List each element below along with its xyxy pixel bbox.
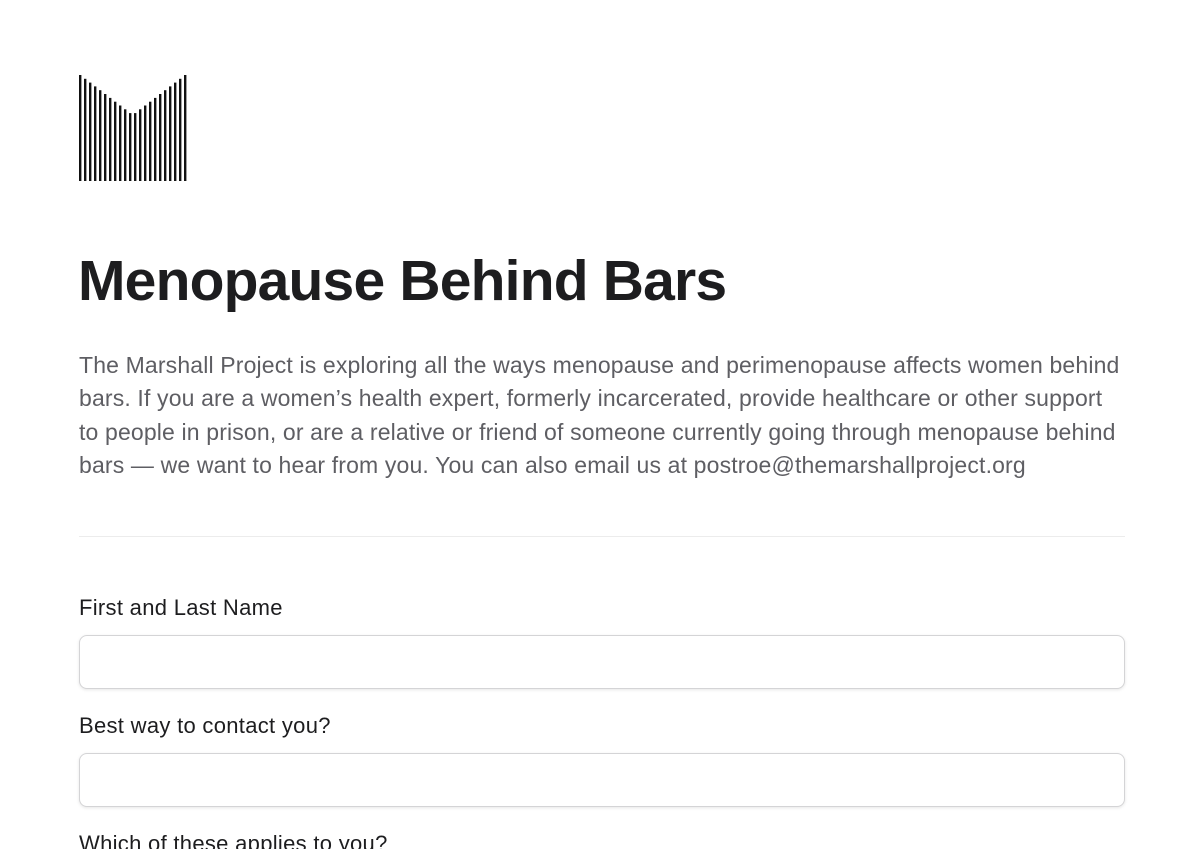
page-description: The Marshall Project is exploring all th… xyxy=(79,352,1120,479)
logo-bar xyxy=(119,105,122,181)
logo-bar xyxy=(114,101,117,181)
logo-bar xyxy=(109,97,112,181)
marshall-project-logo-icon xyxy=(79,74,189,182)
logo-bar xyxy=(104,94,107,181)
logo-bar xyxy=(94,86,97,181)
logo-bar xyxy=(149,101,152,181)
name-input[interactable] xyxy=(79,635,1125,689)
logo-bar xyxy=(159,94,162,181)
logo-bar xyxy=(169,86,172,181)
logo-bar xyxy=(139,109,142,181)
logo-bar xyxy=(144,105,147,181)
logo-bar xyxy=(79,75,82,181)
contact-input[interactable] xyxy=(79,753,1125,807)
section-divider xyxy=(79,536,1125,537)
name-field-label: First and Last Name xyxy=(79,595,283,620)
logo-bar xyxy=(84,78,87,181)
logo-bar xyxy=(99,90,102,181)
logo-bar xyxy=(154,97,157,181)
logo-bar xyxy=(134,113,137,181)
logo-graphic xyxy=(79,75,187,181)
logo-bar xyxy=(179,78,182,181)
logo-bar xyxy=(184,75,187,181)
applies-field-label: Which of these applies to you? xyxy=(79,831,388,849)
page-title: Menopause Behind Bars xyxy=(78,249,727,313)
logo-bar xyxy=(89,82,92,181)
logo-bar xyxy=(164,90,167,181)
logo-bar xyxy=(129,113,132,181)
logo-bar xyxy=(124,109,127,181)
logo-bar xyxy=(174,82,177,181)
contact-field-label: Best way to contact you? xyxy=(79,713,331,738)
